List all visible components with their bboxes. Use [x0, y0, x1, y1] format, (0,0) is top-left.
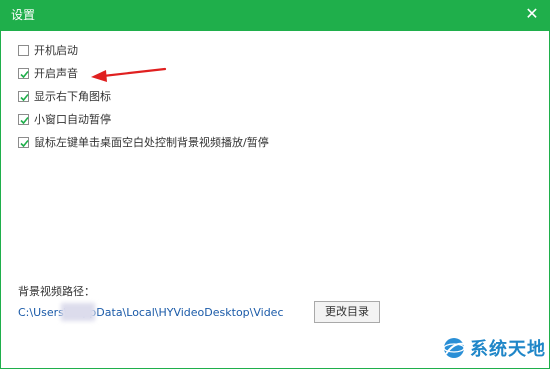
option-click-control[interactable]: 鼠标左键单击桌面空白处控制背景视频播放/暂停	[18, 134, 269, 150]
startup-checkbox[interactable]	[18, 44, 29, 56]
option-label: 小窗口自动暂停	[34, 113, 111, 126]
sound-checkbox[interactable]	[18, 67, 29, 79]
settings-window: 设置 ✕ 开机启动 开启声音 显示右下角图标 小窗口自动暂停 鼠标左键单击桌面空…	[0, 0, 550, 369]
video-path-label: 背景视频路径：	[18, 285, 95, 298]
option-label: 显示右下角图标	[34, 90, 111, 103]
tray-icon-checkbox[interactable]	[18, 90, 29, 102]
watermark: 系统天地	[442, 335, 546, 361]
change-directory-button[interactable]: 更改目录	[314, 301, 380, 323]
window-title: 设置	[11, 8, 36, 22]
click-control-checkbox[interactable]	[18, 136, 29, 148]
option-label: 开机启动	[34, 44, 78, 57]
close-icon: ✕	[525, 4, 539, 23]
globe-logo-icon	[443, 338, 465, 358]
redacted-username	[61, 303, 95, 321]
checkmark-icon	[20, 116, 29, 124]
video-path-value: C:\Users\ \AppData\Local\HYVideoDesktop\…	[18, 306, 284, 319]
checkmark-icon	[20, 139, 29, 147]
option-label: 开启声音	[34, 67, 78, 80]
option-sound[interactable]: 开启声音	[18, 65, 78, 81]
option-label: 鼠标左键单击桌面空白处控制背景视频播放/暂停	[34, 136, 269, 149]
title-bar: 设置 ✕	[1, 1, 549, 31]
auto-pause-checkbox[interactable]	[18, 113, 29, 125]
red-arrow-icon	[91, 67, 167, 82]
option-tray-icon[interactable]: 显示右下角图标	[18, 88, 111, 104]
option-auto-pause[interactable]: 小窗口自动暂停	[18, 111, 111, 127]
watermark-text: 系统天地	[470, 339, 546, 360]
option-startup[interactable]: 开机启动	[18, 42, 78, 58]
close-button[interactable]: ✕	[521, 3, 543, 25]
checkmark-icon	[20, 70, 29, 78]
checkmark-icon	[20, 93, 29, 101]
